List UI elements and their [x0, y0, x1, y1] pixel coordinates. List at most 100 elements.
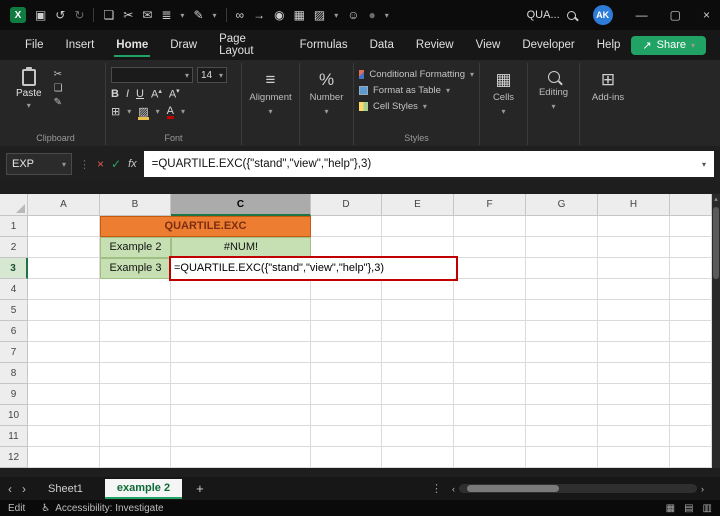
cell-E9[interactable] [382, 384, 454, 405]
cell-D5[interactable] [311, 300, 382, 321]
cell-A3[interactable] [28, 258, 100, 279]
cell-G8[interactable] [526, 363, 598, 384]
scroll-up-icon[interactable]: ▴ [712, 195, 720, 203]
cell-x11[interactable] [670, 426, 712, 447]
row-header-9[interactable]: 9 [0, 384, 28, 405]
maximize-button[interactable]: ▢ [670, 9, 681, 21]
cell-F1[interactable] [454, 216, 526, 237]
cell-D2[interactable] [311, 237, 382, 258]
sheet-tab-sheet1[interactable]: Sheet1 [36, 480, 95, 498]
cell-C12[interactable] [171, 447, 311, 468]
cell-A12[interactable] [28, 447, 100, 468]
cell-C8[interactable] [171, 363, 311, 384]
cell-b1-title[interactable]: QUARTILE.EXC [100, 216, 311, 237]
chevron-down-icon[interactable]: ▾ [127, 107, 131, 116]
paste-button[interactable]: Paste ▾ [11, 66, 47, 131]
cell-E10[interactable] [382, 405, 454, 426]
cell-D9[interactable] [311, 384, 382, 405]
cell-G9[interactable] [526, 384, 598, 405]
account-avatar[interactable]: AK [592, 5, 613, 25]
cell-E2[interactable] [382, 237, 454, 258]
chevron-down-icon[interactable]: ▾ [385, 11, 389, 20]
cell-x4[interactable] [670, 279, 712, 300]
chevron-down-icon[interactable]: ▾ [334, 11, 338, 20]
camera-icon[interactable]: ◉ [274, 9, 284, 21]
cell-x9[interactable] [670, 384, 712, 405]
cell-B6[interactable] [100, 321, 171, 342]
scroll-right-icon[interactable]: › [701, 484, 704, 494]
insert-function-button[interactable]: fx [128, 158, 137, 170]
sheet-nav-left-icon[interactable]: ‹ [8, 482, 12, 496]
increase-font-button[interactable]: A▴ [151, 87, 162, 101]
tab-draw[interactable]: Draw [159, 32, 208, 58]
arrow-icon[interactable]: → [253, 9, 265, 21]
numbered-list-icon[interactable]: ≣ [161, 9, 171, 21]
tab-page-layout[interactable]: Page Layout [208, 26, 289, 64]
number-group-button[interactable]: % Number ▾ [300, 63, 354, 145]
format-as-table-button[interactable]: Format as Table ▾ [359, 85, 474, 96]
cell-E1[interactable] [382, 216, 454, 237]
cell-C11[interactable] [171, 426, 311, 447]
horizontal-scrollbar-track[interactable] [459, 484, 697, 493]
copy-button[interactable]: ❏ [54, 84, 63, 94]
row-header-3[interactable]: 3 [0, 258, 28, 279]
tab-review[interactable]: Review [405, 32, 465, 58]
cell-c3-formula[interactable]: =QUARTILE.EXC({"stand","view","help"},3) [171, 258, 454, 279]
cell-H11[interactable] [598, 426, 670, 447]
cell-B7[interactable] [100, 342, 171, 363]
font-color-button[interactable]: A [166, 105, 175, 120]
row-header-2[interactable]: 2 [0, 237, 28, 258]
row-header-12[interactable]: 12 [0, 447, 28, 468]
cell-B4[interactable] [100, 279, 171, 300]
conditional-formatting-button[interactable]: Conditional Formatting ▾ [359, 69, 474, 80]
cell-F11[interactable] [454, 426, 526, 447]
decrease-font-button[interactable]: A▾ [169, 87, 180, 101]
borders-button[interactable]: ⊞ [111, 105, 120, 118]
cell-C5[interactable] [171, 300, 311, 321]
cell-D11[interactable] [311, 426, 382, 447]
more-options-icon[interactable]: ⋮ [431, 482, 442, 495]
row-header-1[interactable]: 1 [0, 216, 28, 237]
cancel-entry-button[interactable]: × [97, 158, 104, 170]
cut-icon[interactable]: ✂ [123, 9, 133, 21]
cell-H4[interactable] [598, 279, 670, 300]
tab-view[interactable]: View [465, 32, 512, 58]
cell-E4[interactable] [382, 279, 454, 300]
cell-D7[interactable] [311, 342, 382, 363]
tab-file[interactable]: File [14, 32, 55, 58]
underline-button[interactable]: U [136, 88, 144, 100]
tab-home[interactable]: Home [105, 32, 159, 58]
cell-B12[interactable] [100, 447, 171, 468]
column-header-B[interactable]: B [100, 194, 171, 216]
horizontal-scrollbar-thumb[interactable] [467, 485, 559, 492]
cell-B10[interactable] [100, 405, 171, 426]
cell-F2[interactable] [454, 237, 526, 258]
cell-D1[interactable] [311, 216, 382, 237]
cell-G2[interactable] [526, 237, 598, 258]
cell-D6[interactable] [311, 321, 382, 342]
cell-C4[interactable] [171, 279, 311, 300]
cell-D4[interactable] [311, 279, 382, 300]
cell-H8[interactable] [598, 363, 670, 384]
cell-F9[interactable] [454, 384, 526, 405]
link-icon[interactable]: ∞ [236, 9, 245, 21]
tab-data[interactable]: Data [359, 32, 405, 58]
tab-insert[interactable]: Insert [55, 32, 106, 58]
cell-A11[interactable] [28, 426, 100, 447]
font-size-select[interactable]: 14 ▾ [197, 67, 227, 83]
chevron-down-icon[interactable]: ▾ [180, 11, 184, 20]
vertical-scrollbar-thumb[interactable] [713, 207, 719, 279]
fill-bucket-icon[interactable]: ▨ [314, 9, 325, 21]
alignment-group-button[interactable]: ≡ Alignment ▾ [242, 63, 300, 145]
column-header-D[interactable]: D [311, 194, 382, 216]
add-sheet-button[interactable]: + [192, 481, 208, 496]
row-header-4[interactable]: 4 [0, 279, 28, 300]
cell-E6[interactable] [382, 321, 454, 342]
accessibility-status[interactable]: ♿ Accessibility: Investigate [41, 503, 163, 514]
column-header-E[interactable]: E [382, 194, 454, 216]
scroll-left-icon[interactable]: ‹ [452, 484, 455, 494]
cell-D10[interactable] [311, 405, 382, 426]
cell-x5[interactable] [670, 300, 712, 321]
cell-x1[interactable] [670, 216, 712, 237]
cell-G4[interactable] [526, 279, 598, 300]
